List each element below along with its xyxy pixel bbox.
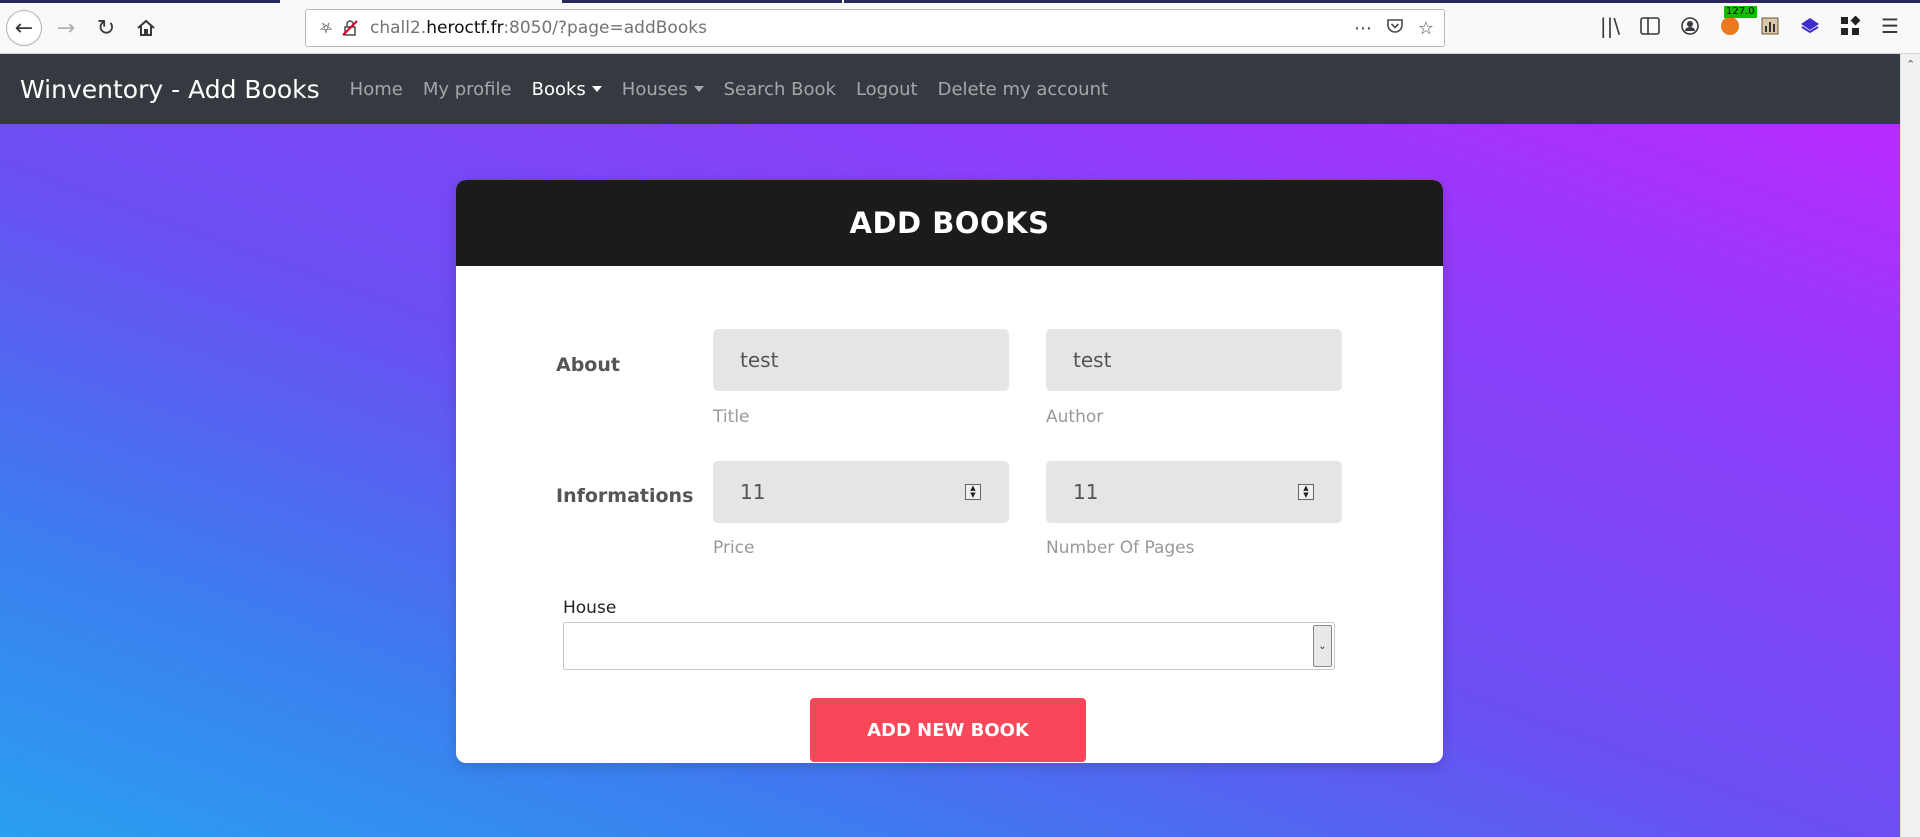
url-prefix: chall2. [370,18,427,38]
nav-houses-label: Houses [621,78,688,100]
about-label: About [556,354,620,376]
home-button[interactable] [128,10,164,46]
more-actions-icon[interactable]: ⋯ [1354,18,1372,39]
author-input-value: test [1073,348,1112,372]
extension-proxy-icon[interactable]: 127.0 [1718,6,1757,40]
page-background: Winventory - Add Books Home My profile B… [0,54,1900,837]
reload-icon: ↻ [96,15,116,41]
extension-badge: 127.0 [1724,6,1757,18]
caret-down-icon [693,85,704,92]
back-button[interactable]: ← [6,10,42,46]
nav-home[interactable]: Home [340,79,413,100]
arrow-left-icon: ← [14,15,34,41]
add-new-book-label: ADD NEW BOOK [867,719,1029,741]
price-input-value: 11 [740,480,766,504]
price-hint: Price [713,538,755,558]
nav-logout[interactable]: Logout [846,79,928,100]
sidebar-icon[interactable] [1638,12,1662,40]
account-icon[interactable] [1678,12,1702,40]
add-new-book-button[interactable]: ADD NEW BOOK [810,698,1086,762]
nav-books-dropdown[interactable]: Books [522,79,612,100]
tab-indicator [844,0,1920,3]
url-host: heroctf.fr [426,18,504,38]
forward-button[interactable]: → [48,10,84,46]
library-icon[interactable]: ||\ [1598,12,1622,40]
url-path: :8050/?page=addBooks [503,18,707,38]
extension-grid-icon[interactable] [1838,12,1862,40]
reload-button[interactable]: ↻ [88,10,124,46]
bookmark-star-icon[interactable]: ☆ [1418,18,1434,39]
extension-chart-icon[interactable] [1758,12,1782,40]
pages-input-value: 11 [1073,480,1099,504]
nav-delete-account[interactable]: Delete my account [928,79,1118,100]
price-input[interactable]: 11 ▲ ▼ [713,461,1009,523]
caret-down-icon [591,85,602,92]
pocket-icon[interactable] [1386,17,1404,40]
extension-layers-icon[interactable] [1798,12,1822,40]
author-input[interactable]: test [1046,329,1342,391]
title-hint: Title [713,407,750,427]
url-text[interactable]: chall2.heroctf.fr:8050/?page=addBooks [370,18,707,38]
add-book-card: ADD BOOKS About test Title test Author I… [456,180,1443,763]
tab-indicator [562,0,842,3]
arrow-right-icon: → [56,15,76,41]
informations-label: Informations [556,485,694,507]
pages-spinner-icon[interactable]: ▲ ▼ [1298,484,1314,500]
card-title: ADD BOOKS [849,206,1050,240]
pages-input[interactable]: 11 ▲ ▼ [1046,461,1342,523]
title-input-value: test [740,348,779,372]
shield-icon[interactable]: ⛧ [314,16,338,40]
chevron-down-icon[interactable]: ⌄ [1313,625,1332,667]
scroll-up-icon[interactable]: ⌃ [1906,58,1915,71]
house-label: House [563,598,617,618]
top-navbar: Winventory - Add Books Home My profile B… [0,54,1900,124]
author-hint: Author [1046,407,1104,427]
nav-houses-dropdown[interactable]: Houses [612,79,714,100]
nav-search-book[interactable]: Search Book [714,79,846,100]
card-header: ADD BOOKS [456,180,1443,266]
home-icon [137,19,155,36]
browser-toolbar: ← → ↻ ⛧ chall2.heroctf.fr:8050/?page=add… [0,0,1920,54]
nav-books-label: Books [531,78,586,100]
page-scrollbar[interactable]: ⌃ [1900,54,1920,837]
title-input[interactable]: test [713,329,1009,391]
insecure-lock-icon[interactable] [338,16,362,40]
tab-indicator [0,0,280,3]
price-spinner-icon[interactable]: ▲ ▼ [965,484,981,500]
hamburger-menu-icon[interactable]: ☰ [1878,12,1902,40]
house-select[interactable]: ⌄ [563,622,1335,670]
pages-hint: Number Of Pages [1046,538,1195,558]
url-bar[interactable]: ⛧ chall2.heroctf.fr:8050/?page=addBooks … [305,9,1445,47]
navbar-brand[interactable]: Winventory - Add Books [20,75,320,104]
nav-my-profile[interactable]: My profile [413,79,522,100]
